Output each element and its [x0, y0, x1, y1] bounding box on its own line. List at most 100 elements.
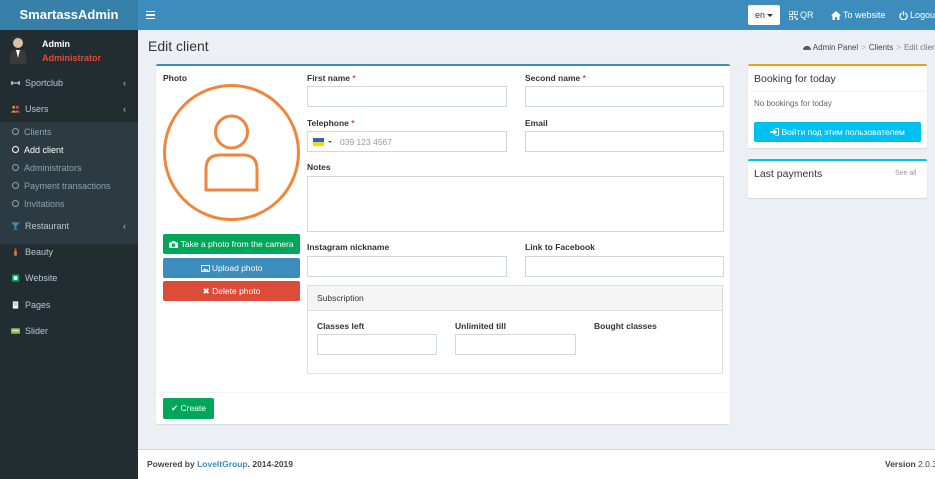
page-footer: Powered by LoveItGroup. 2014-2019 Versio…: [138, 449, 935, 479]
avatar: [9, 36, 27, 64]
sidebar-subitem-label: Clients: [24, 127, 52, 137]
to-website-label: To website: [843, 10, 886, 20]
close-icon: ✖: [202, 286, 210, 296]
first-name-label: First name *: [307, 73, 356, 83]
page-title: Edit client: [148, 38, 209, 54]
second-name-input[interactable]: [525, 86, 724, 107]
logout-link[interactable]: Logout: [899, 0, 935, 30]
divider: [748, 91, 927, 92]
classes-left-label: Classes left: [317, 321, 365, 331]
chevron-left-icon: ‹: [123, 104, 126, 114]
home-icon: [831, 11, 841, 20]
notes-label: Notes: [307, 162, 331, 172]
sidebar-item-label: Restaurant: [25, 221, 70, 231]
chevron-down-icon: [767, 14, 773, 18]
sidebar-item-pages[interactable]: Pages: [0, 292, 138, 318]
version-info: Version 2.0.3: [885, 459, 935, 469]
user-panel: Admin Administrator: [0, 30, 138, 70]
top-navbar: en QR To website Logout: [138, 0, 935, 30]
breadcrumb-current: Edit client: [903, 43, 935, 52]
telephone-label: Telephone *: [307, 118, 355, 128]
login-as-user-label: Войти под этим пользователем: [781, 127, 905, 137]
breadcrumb-clients[interactable]: Clients: [869, 43, 893, 52]
beauty-icon: [14, 248, 17, 256]
breadcrumb: Admin Panel>Clients>Edit client: [803, 43, 935, 52]
user-role: Administrator: [42, 53, 102, 63]
second-name-label: Second name *: [525, 73, 586, 83]
sidebar-toggle-icon[interactable]: [146, 8, 155, 22]
circle-icon: [12, 200, 19, 207]
login-as-user-button[interactable]: Войти под этим пользователем: [754, 122, 921, 142]
box-footer-divider: [156, 392, 730, 393]
sidebar-item-label: Slider: [25, 326, 49, 336]
sidebar-item-label: Users: [25, 104, 49, 114]
sidebar-item-label: Website: [25, 273, 58, 283]
restaurant-icon: [11, 222, 20, 230]
app-logo[interactable]: SmartassAdmin: [0, 0, 138, 30]
create-button[interactable]: ✔ Create: [163, 398, 214, 419]
slider-icon: [11, 328, 20, 334]
breadcrumb-admin-panel[interactable]: Admin Panel: [813, 43, 858, 52]
camera-icon: [169, 241, 179, 248]
notes-textarea[interactable]: [307, 176, 724, 232]
booking-box: Booking for today No bookings for today …: [748, 64, 927, 148]
sidebar-item-sportclub[interactable]: Sportclub ‹: [0, 70, 138, 96]
see-all-link[interactable]: See all: [895, 170, 916, 177]
sidebar-subitem-payment-transactions[interactable]: Payment transactions: [0, 177, 138, 195]
to-website-link[interactable]: To website: [831, 0, 886, 30]
language-value: en: [754, 10, 765, 20]
sidebar-subitem-invitations[interactable]: Invitations: [0, 195, 138, 213]
qr-link[interactable]: QR: [788, 0, 814, 30]
take-photo-label: Take a photo from the camera: [180, 239, 294, 249]
last-payments-title: Last payments: [754, 168, 823, 180]
sidebar-item-label: Sportclub: [25, 78, 64, 88]
language-select[interactable]: en: [748, 5, 780, 25]
pages-icon: [12, 301, 19, 309]
company-link[interactable]: LoveItGroup: [197, 459, 248, 469]
instagram-label: Instagram nickname: [307, 242, 390, 252]
image-icon: [200, 265, 210, 272]
power-icon: [899, 11, 908, 21]
sidebar-item-beauty[interactable]: Beauty: [0, 239, 138, 265]
circle-icon: [12, 164, 19, 171]
ukraine-flag-icon[interactable]: [313, 138, 324, 146]
first-name-input[interactable]: [307, 86, 507, 107]
qrcode-icon: [788, 10, 799, 21]
delete-photo-button[interactable]: ✖ Delete photo: [163, 281, 300, 301]
delete-photo-label: Delete photo: [212, 286, 261, 296]
user-icon: [204, 114, 259, 192]
sidebar-item-slider[interactable]: Slider: [0, 318, 138, 344]
qr-label: QR: [800, 10, 814, 20]
unlimited-till-input[interactable]: [455, 334, 576, 355]
sidebar-item-website[interactable]: Website: [0, 265, 138, 291]
email-field[interactable]: [525, 131, 724, 152]
email-label: Email: [525, 118, 548, 128]
circle-icon: [12, 146, 19, 153]
photo-label: Photo: [163, 73, 188, 83]
take-photo-button[interactable]: Take a photo from the camera: [163, 234, 300, 254]
bought-classes-label: Bought classes: [594, 321, 657, 331]
sidebar-subitem-add-client[interactable]: Add client: [0, 141, 138, 159]
powered-by: Powered by LoveItGroup. 2014-2019: [147, 459, 293, 469]
upload-photo-label: Upload photo: [211, 263, 263, 273]
telephone-placeholder: 039 123 4567: [340, 137, 392, 147]
upload-photo-button[interactable]: Upload photo: [163, 258, 300, 278]
sign-in-icon: [770, 128, 780, 136]
subscription-title: Subscription: [308, 286, 722, 311]
facebook-input[interactable]: [525, 256, 724, 277]
chevron-left-icon: ‹: [123, 221, 126, 231]
sidebar-subitem-label: Invitations: [24, 199, 65, 209]
instagram-input[interactable]: [307, 256, 507, 277]
classes-left-input[interactable]: [317, 334, 437, 355]
sidebar-item-restaurant[interactable]: Restaurant ‹: [0, 213, 138, 239]
website-icon: [11, 274, 20, 282]
sidebar-subitem-clients[interactable]: Clients: [0, 123, 138, 141]
sidebar-item-users[interactable]: Users ‹: [0, 96, 138, 122]
sidebar-subitem-administrators[interactable]: Administrators: [0, 159, 138, 177]
sidebar-item-label: Pages: [25, 300, 51, 310]
sidebar-subitem-label: Payment transactions: [24, 181, 111, 191]
telephone-input[interactable]: 039 123 4567: [307, 131, 507, 152]
sidebar-subitem-label: Add client: [24, 145, 64, 155]
unlimited-till-label: Unlimited till: [455, 321, 506, 331]
booking-empty-text: No bookings for today: [754, 99, 832, 108]
